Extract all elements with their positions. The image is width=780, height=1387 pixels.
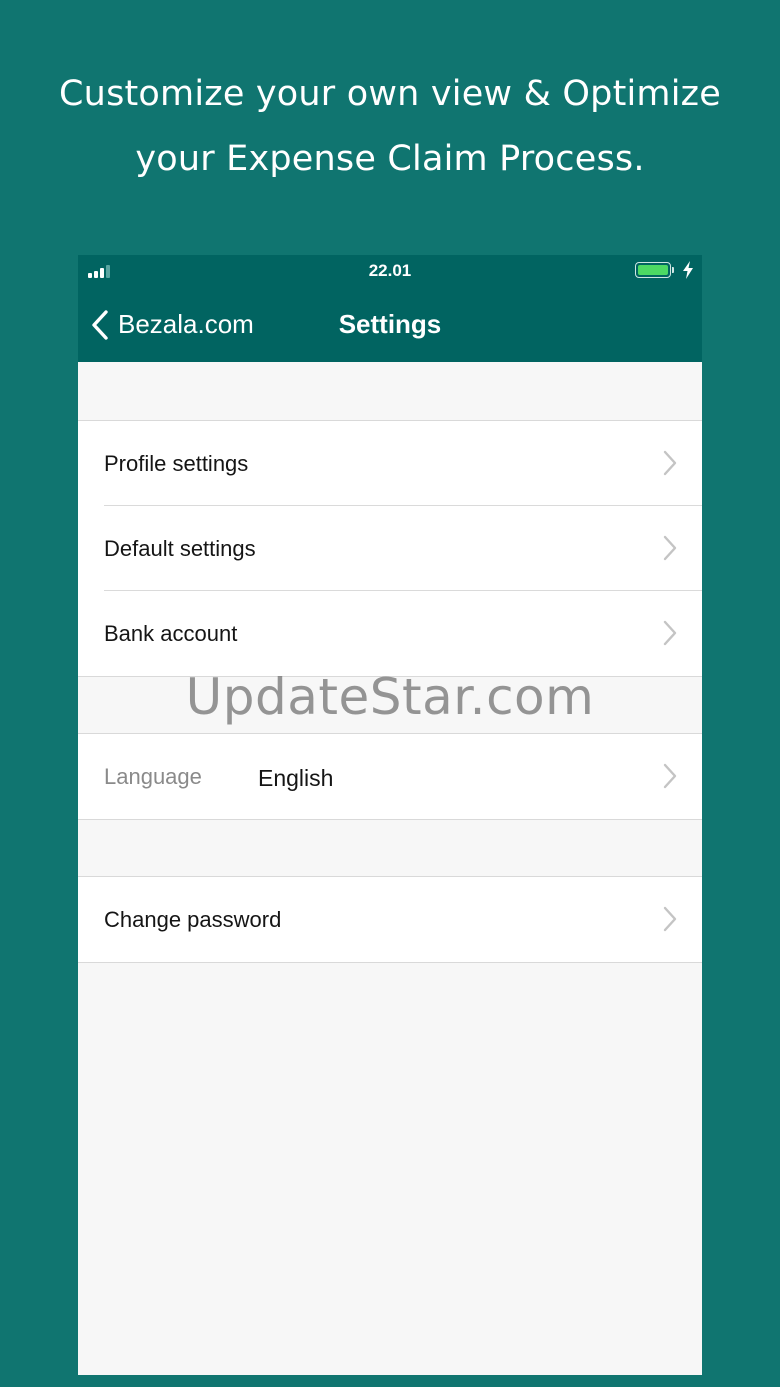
promo-headline: Customize your own view & Optimize your …	[40, 62, 740, 192]
status-bar: 22.01	[78, 255, 702, 287]
language-label: Language	[104, 764, 202, 789]
charging-bolt-icon	[683, 261, 693, 279]
promo-line-1: Customize your own view & Optimize	[59, 74, 721, 114]
bank-account-row[interactable]: Bank account	[78, 590, 702, 676]
status-time: 22.01	[368, 261, 412, 280]
watermark-text: UpdateStar.com	[185, 668, 595, 726]
language-row[interactable]: Language English	[78, 734, 702, 819]
change-password-row[interactable]: Change password	[78, 877, 702, 962]
settings-group-account: Profile settings Default settings Bank a…	[78, 420, 702, 677]
phone-screen: 22.01 Bezala.com Settings Profile settin…	[78, 255, 702, 1375]
promo-line-2: your Expense Claim Process.	[135, 139, 645, 179]
default-settings-label: Default settings	[104, 536, 256, 561]
default-settings-row[interactable]: Default settings	[78, 505, 702, 591]
chevron-right-icon	[663, 535, 677, 561]
battery-icon	[635, 262, 675, 280]
navigation-bar: Bezala.com Settings	[78, 287, 702, 362]
settings-group-security: Change password	[78, 876, 702, 963]
page-title: Settings	[338, 309, 442, 339]
chevron-right-icon	[663, 450, 677, 476]
profile-settings-row[interactable]: Profile settings	[78, 421, 702, 506]
chevron-right-icon	[663, 620, 677, 646]
bank-account-label: Bank account	[104, 621, 238, 646]
settings-group-language: Language English	[78, 733, 702, 820]
profile-settings-label: Profile settings	[104, 451, 249, 476]
chevron-right-icon	[663, 763, 677, 789]
language-value: English	[258, 765, 334, 791]
chevron-right-icon	[663, 906, 677, 932]
change-password-label: Change password	[104, 907, 282, 932]
